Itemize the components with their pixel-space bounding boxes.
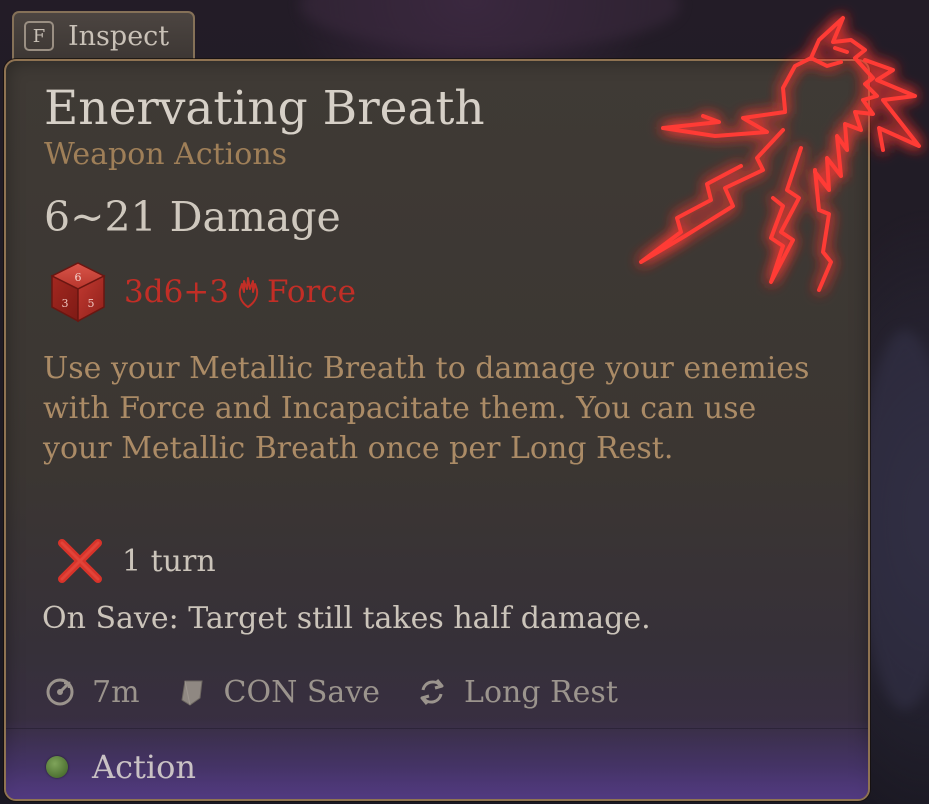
inspect-key-hint: F (24, 21, 54, 51)
d6-dice-icon: 6 3 5 (50, 262, 106, 323)
save-note: On Save: Target still takes half damage. (42, 601, 651, 636)
damage-type: Force (267, 274, 357, 310)
stats-row: 7m CON Save Long Rest (44, 667, 654, 717)
action-description: Use your Metallic Breath to damage your … (43, 351, 810, 466)
action-dot-icon (46, 756, 68, 778)
action-cost-row: Action (46, 741, 196, 793)
background-rock (860, 330, 929, 710)
condition-row: 1 turn (56, 534, 216, 588)
range-value: 7m (92, 674, 140, 710)
condition-duration: 1 turn (122, 543, 216, 579)
svg-text:6: 6 (75, 271, 82, 284)
svg-text:3: 3 (62, 297, 69, 310)
dragon-breath-icon (639, 16, 921, 292)
action-category: Weapon Actions (44, 137, 288, 172)
range-stat: 7m (44, 675, 140, 710)
damage-dice-row: 6 3 5 3d6+3 Force (46, 257, 356, 327)
svg-text:5: 5 (88, 297, 95, 310)
saving-throw-icon (181, 680, 203, 706)
incapacitated-x-icon (58, 539, 102, 583)
range-icon (46, 678, 74, 706)
damage-dice-formula: 3d6+3 (124, 274, 229, 310)
saving-throw-stat: CON Save (176, 675, 380, 710)
action-cost-label: Action (92, 748, 196, 786)
saving-throw-value: CON Save (223, 674, 381, 710)
footer-divider (6, 728, 868, 729)
recharge-value: Long Rest (464, 674, 618, 710)
damage-range: 6~21 Damage (44, 193, 341, 241)
action-title: Enervating Breath (44, 81, 485, 136)
inspect-tab[interactable]: F Inspect (12, 11, 195, 59)
recharge-stat: Long Rest (416, 675, 618, 710)
force-damage-icon (238, 277, 259, 308)
recharge-icon (420, 679, 444, 705)
inspect-label: Inspect (68, 20, 170, 52)
